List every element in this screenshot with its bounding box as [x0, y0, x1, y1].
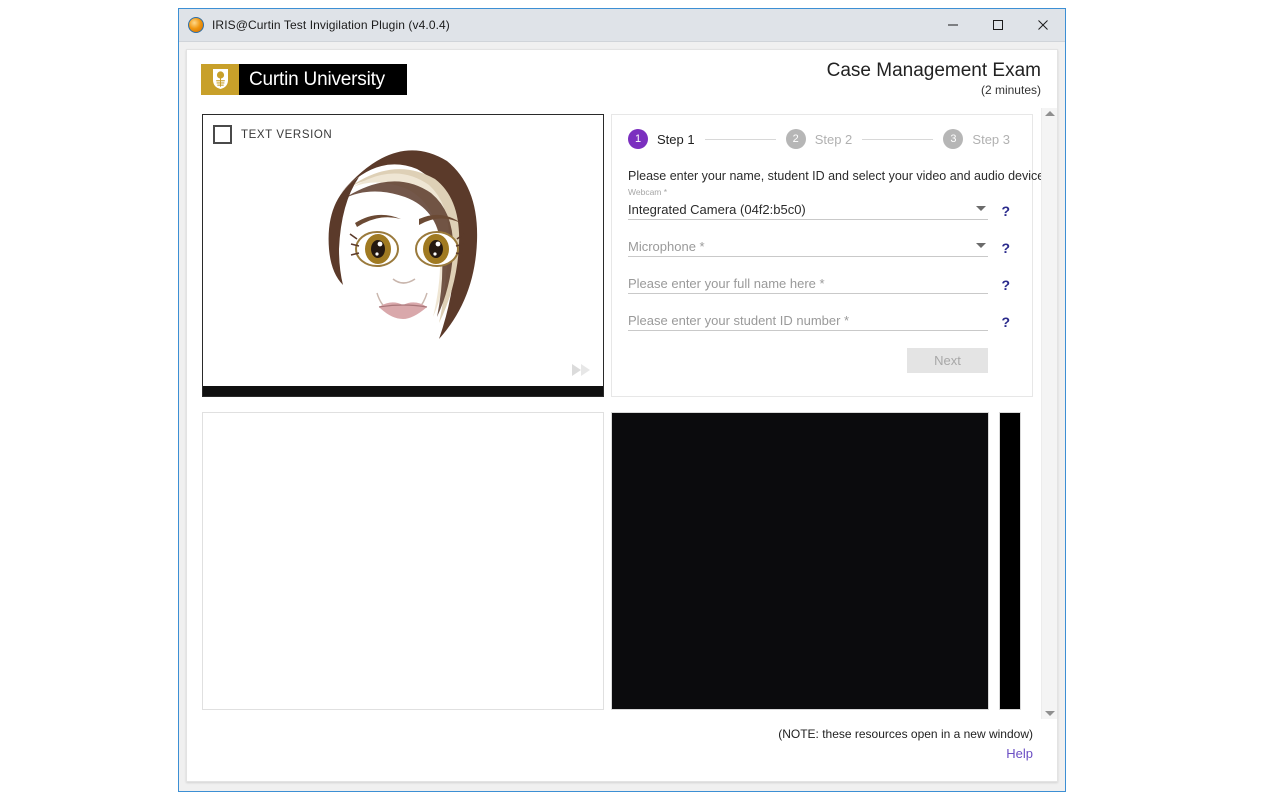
webcam-field[interactable]: Webcam * Integrated Camera (04f2:b5c0) ? — [628, 187, 1010, 220]
full-name-placeholder: Please enter your full name here * — [628, 276, 988, 291]
step-2[interactable]: 2 Step 2 — [786, 129, 853, 149]
left-column: TEXT VERSION — [195, 108, 611, 719]
chevron-down-icon[interactable] — [976, 243, 986, 248]
webcam-label: Webcam * — [628, 187, 988, 197]
minimize-icon — [947, 19, 959, 31]
stepper: 1 Step 1 2 Step 2 3 Step 3 — [628, 129, 1010, 149]
window-title: IRIS@Curtin Test Invigilation Plugin (v4… — [212, 18, 450, 32]
page-footer: (NOTE: these resources open in a new win… — [187, 719, 1057, 781]
full-name-field[interactable]: Please enter your full name here * ? — [628, 274, 1010, 294]
step-1[interactable]: 1 Step 1 — [628, 129, 695, 149]
form-instruction: Please enter your name, student ID and s… — [628, 169, 1010, 183]
step-1-number: 1 — [628, 129, 648, 149]
maximize-button[interactable] — [975, 9, 1020, 41]
step-connector-1 — [705, 139, 776, 140]
chevron-down-icon[interactable] — [976, 206, 986, 211]
page-content: TEXT VERSION — [187, 108, 1057, 719]
page-surface: Curtin University Case Management Exam (… — [186, 49, 1058, 782]
webcam-preview-strip — [999, 412, 1021, 710]
full-name-input[interactable]: Please enter your full name here * — [628, 274, 988, 294]
step-connector-2 — [862, 139, 933, 140]
exam-header-info: Case Management Exam (2 minutes) — [827, 60, 1041, 98]
close-button[interactable] — [1020, 9, 1065, 41]
exam-title: Case Management Exam — [827, 60, 1041, 82]
curtin-logo: Curtin University — [201, 64, 407, 95]
webcam-value: Integrated Camera (04f2:b5c0) — [628, 202, 972, 217]
next-button[interactable]: Next — [907, 348, 988, 373]
microphone-help-icon[interactable]: ? — [1001, 240, 1010, 256]
screen-root: IRIS@Curtin Test Invigilation Plugin (v4… — [0, 0, 1280, 800]
step-1-label: Step 1 — [657, 132, 695, 147]
help-link[interactable]: Help — [1006, 746, 1033, 761]
step-2-number: 2 — [786, 129, 806, 149]
microphone-field[interactable]: Microphone * ? — [628, 237, 1010, 257]
resources-note: (NOTE: these resources open in a new win… — [187, 725, 1033, 743]
step-3-label: Step 3 — [972, 132, 1010, 147]
student-id-field[interactable]: Please enter your student ID number * ? — [628, 311, 1010, 331]
page-header: Curtin University Case Management Exam (… — [187, 50, 1057, 108]
app-window: IRIS@Curtin Test Invigilation Plugin (v4… — [178, 8, 1066, 792]
webcam-help-icon[interactable]: ? — [1001, 203, 1010, 219]
text-version-toggle[interactable]: TEXT VERSION — [213, 125, 332, 144]
step-2-label: Step 2 — [815, 132, 853, 147]
content-scrollbar[interactable] — [1041, 108, 1057, 719]
step-3[interactable]: 3 Step 3 — [943, 129, 1010, 149]
webcam-select[interactable]: Integrated Camera (04f2:b5c0) — [628, 198, 988, 220]
text-version-checkbox[interactable] — [213, 125, 232, 144]
animated-presenter-face — [267, 127, 539, 379]
maximize-icon — [992, 19, 1004, 31]
full-name-help-icon[interactable]: ? — [1001, 277, 1010, 293]
close-icon — [1037, 19, 1049, 31]
student-id-help-icon[interactable]: ? — [1001, 314, 1010, 330]
student-id-input[interactable]: Please enter your student ID number * — [628, 311, 988, 331]
window-titlebar: IRIS@Curtin Test Invigilation Plugin (v4… — [179, 9, 1065, 42]
exam-duration: (2 minutes) — [827, 82, 1041, 98]
step-3-number: 3 — [943, 129, 963, 149]
left-resource-panel — [202, 412, 604, 710]
curtin-shield-icon — [201, 64, 239, 95]
scroll-down-icon[interactable] — [1045, 711, 1055, 716]
iris-app-icon — [188, 17, 204, 33]
next-button-row: Next — [628, 348, 1010, 373]
fast-forward-icon[interactable] — [571, 362, 593, 378]
scrollbar-track[interactable] — [1042, 116, 1057, 711]
webcam-preview[interactable] — [611, 412, 989, 710]
registration-card: 1 Step 1 2 Step 2 3 Step 3 — [611, 114, 1033, 397]
right-column: 1 Step 1 2 Step 2 3 Step 3 — [611, 108, 1057, 719]
microphone-placeholder: Microphone * — [628, 239, 972, 254]
text-version-label: TEXT VERSION — [241, 129, 332, 141]
microphone-select[interactable]: Microphone * — [628, 237, 988, 257]
camera-preview-row — [611, 412, 1057, 710]
logo-wordmark: Curtin University — [239, 64, 407, 95]
avatar-video-panel[interactable]: TEXT VERSION — [202, 114, 604, 397]
minimize-button[interactable] — [930, 9, 975, 41]
student-id-placeholder: Please enter your student ID number * — [628, 313, 988, 328]
